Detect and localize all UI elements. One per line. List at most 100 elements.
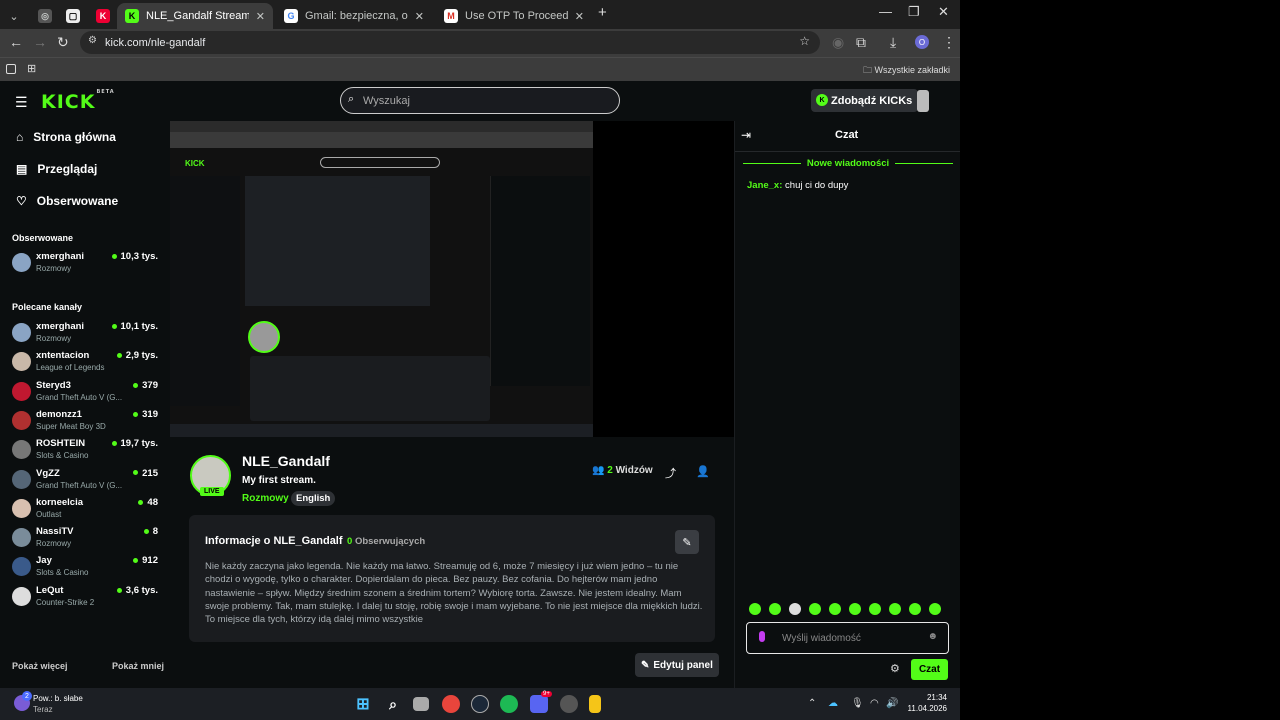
menu-dots-icon[interactable]: ⋮ [942,34,956,51]
tab-gmail[interactable]: G Gmail: bezpieczna, oparta na AI ✕ [276,3,432,29]
address-bar[interactable]: ⚙ kick.com/nle-gandalf ☆ [80,31,820,54]
channel-category: Rozmowy [36,264,72,273]
search-taskbar-icon[interactable]: ⌕ [384,695,402,713]
all-bookmarks[interactable]: 🗀 Wszystkie zakładki [863,63,950,79]
emote-icon[interactable] [849,603,861,615]
tab-icon[interactable] [6,64,16,74]
recommended-channel[interactable]: ROSHTEIN Slots & Casino 19,7 tys. [12,436,160,463]
close-tab-icon[interactable]: ✕ [256,10,265,23]
chat-username[interactable]: Jane_x [747,180,779,191]
weather-title[interactable]: Pow.: b. słabe [33,694,83,703]
close-tab-icon[interactable]: ✕ [415,10,424,23]
download-icon[interactable]: ⤓ [890,34,896,51]
tab-active[interactable]: K NLE_Gandalf Stream - Watch Li ✕ [117,3,273,29]
discord-icon[interactable] [530,695,548,713]
kicks-coin-icon: K [816,94,828,106]
sidebar-item-home[interactable]: ⌂ Strona główna [16,127,116,147]
followed-channel[interactable]: xmerghani Rozmowy 10,3 tys. [12,249,160,276]
viewer-count: 19,7 tys. [112,438,159,449]
emoji-icon[interactable]: ☻ [927,631,938,642]
channel-name: NassiTV [36,526,74,538]
apps-grid-icon[interactable]: ⊞ [27,62,36,75]
recommended-channel[interactable]: Steryd3 Grand Theft Auto V (G... 379 [12,378,160,405]
pinned-tab[interactable]: ▢ [58,3,80,29]
recommended-channel[interactable]: xmerghani Rozmowy 10,1 tys. [12,319,160,346]
recommended-channel[interactable]: Jay Slots & Casino 912 [12,553,160,580]
hamburger-menu-icon[interactable]: ☰ [15,94,28,111]
language-tag[interactable]: English [291,491,336,506]
recommended-channel[interactable]: VgZZ Grand Theft Auto V (G... 215 [12,466,160,493]
forward-icon[interactable]: → [33,34,47,50]
steam-icon[interactable] [471,695,489,713]
viewer-count: 215 [133,468,158,479]
tray-chevron-icon[interactable]: ⌃ [808,698,816,709]
video-player[interactable]: KICK [170,121,734,437]
task-view-icon[interactable] [413,697,429,711]
show-more-button[interactable]: Pokaż więcej [12,661,68,671]
kick-logo[interactable]: KICKBETA [41,89,114,113]
onedrive-icon[interactable]: ☁ [828,698,838,709]
extension-icon[interactable]: ◉ [832,34,844,51]
clock[interactable]: 21:34 11.04.2026 [905,693,947,713]
new-tab-icon[interactable]: + [598,4,607,21]
wifi-icon[interactable]: ◠ [870,698,879,709]
profile-avatar[interactable]: O [915,35,929,49]
chat-input[interactable]: Wyślij wiadomość ☻ [746,622,949,654]
emote-icon[interactable] [929,603,941,615]
stream-video[interactable]: KICK [170,121,593,437]
edit-about-button[interactable]: ✎ [675,530,699,554]
emote-icon[interactable] [889,603,901,615]
microphone-icon[interactable] [759,631,765,642]
microphone-tray-icon[interactable]: 🎙 [851,698,864,709]
emote-icon[interactable] [869,603,881,615]
recommended-channel[interactable]: LeQut Counter-Strike 2 3,6 tys. [12,583,160,610]
chrome-icon[interactable] [442,695,460,713]
emote-icon[interactable] [749,603,761,615]
stream-category[interactable]: Rozmowy [242,493,289,504]
share-icon[interactable]: ⤴ [665,465,676,481]
sidebar-item-browse[interactable]: ▤ Przeglądaj [16,159,97,179]
app-icon[interactable] [589,695,601,713]
user-avatar[interactable] [917,90,929,112]
recommended-channel[interactable]: demonzz1 Super Meat Boy 3D 319 [12,407,160,434]
bookmarks-bar: ⊞ 🗀 Wszystkie zakładki [0,57,960,81]
minimize-icon[interactable]: — [879,4,892,19]
spotify-icon[interactable] [500,695,518,713]
extensions-puzzle-icon[interactable]: ⧉ [856,34,866,51]
channel-category: League of Legends [36,363,105,373]
restore-icon[interactable]: ❐ [908,4,920,20]
emote-icon[interactable] [809,603,821,615]
reload-icon[interactable]: ↻ [57,34,69,51]
show-less-button[interactable]: Pokaż mniej [112,661,164,671]
channel-name[interactable]: NLE_Gandalf [242,453,330,469]
volume-icon[interactable]: 🔊 [886,698,898,709]
bookmark-star-icon[interactable]: ☆ [799,34,810,48]
tab-otp[interactable]: M Use OTP To Proceed - oliwierk... ✕ [436,3,592,29]
close-window-icon[interactable]: ✕ [938,4,949,20]
search-input[interactable]: ⌕ Wyszukaj [340,87,620,114]
collapse-chat-icon[interactable]: ⇥ [741,128,751,142]
channel-category: Slots & Casino [36,451,89,461]
start-icon[interactable]: ⊞ [354,695,372,713]
get-kicks-button[interactable]: K Zdobądź KICKs [811,89,919,112]
pinned-tab-kick[interactable]: K [88,3,110,29]
edit-panel-button[interactable]: ✎ Edytuj panel [635,653,719,677]
recommended-channel[interactable]: xntentacion League of Legends 2,9 tys. [12,348,160,375]
tab-search-button[interactable]: ⌄ [4,3,24,29]
recommended-channel[interactable]: NassiTV Rozmowy 8 [12,524,160,551]
emote-icon[interactable] [769,603,781,615]
app-icon[interactable] [560,695,578,713]
pinned-tab[interactable]: ◎ [30,3,52,29]
emote-icon[interactable] [909,603,921,615]
back-icon[interactable]: ← [9,34,23,50]
recommended-channel[interactable]: korneelcia Outlast 48 [12,495,160,522]
sidebar-item-following[interactable]: ♡ Obserwowane [16,191,118,211]
chat-settings-icon[interactable]: ⚙ [890,662,900,675]
moderator-panel-icon[interactable]: 👤 [696,465,710,478]
emote-icon[interactable] [829,603,841,615]
site-info-icon[interactable]: ⚙ [88,35,97,46]
kick-icon: K [96,9,110,23]
close-tab-icon[interactable]: ✕ [575,10,584,23]
chat-send-button[interactable]: Czat [911,659,948,680]
emote-icon[interactable] [789,603,801,615]
